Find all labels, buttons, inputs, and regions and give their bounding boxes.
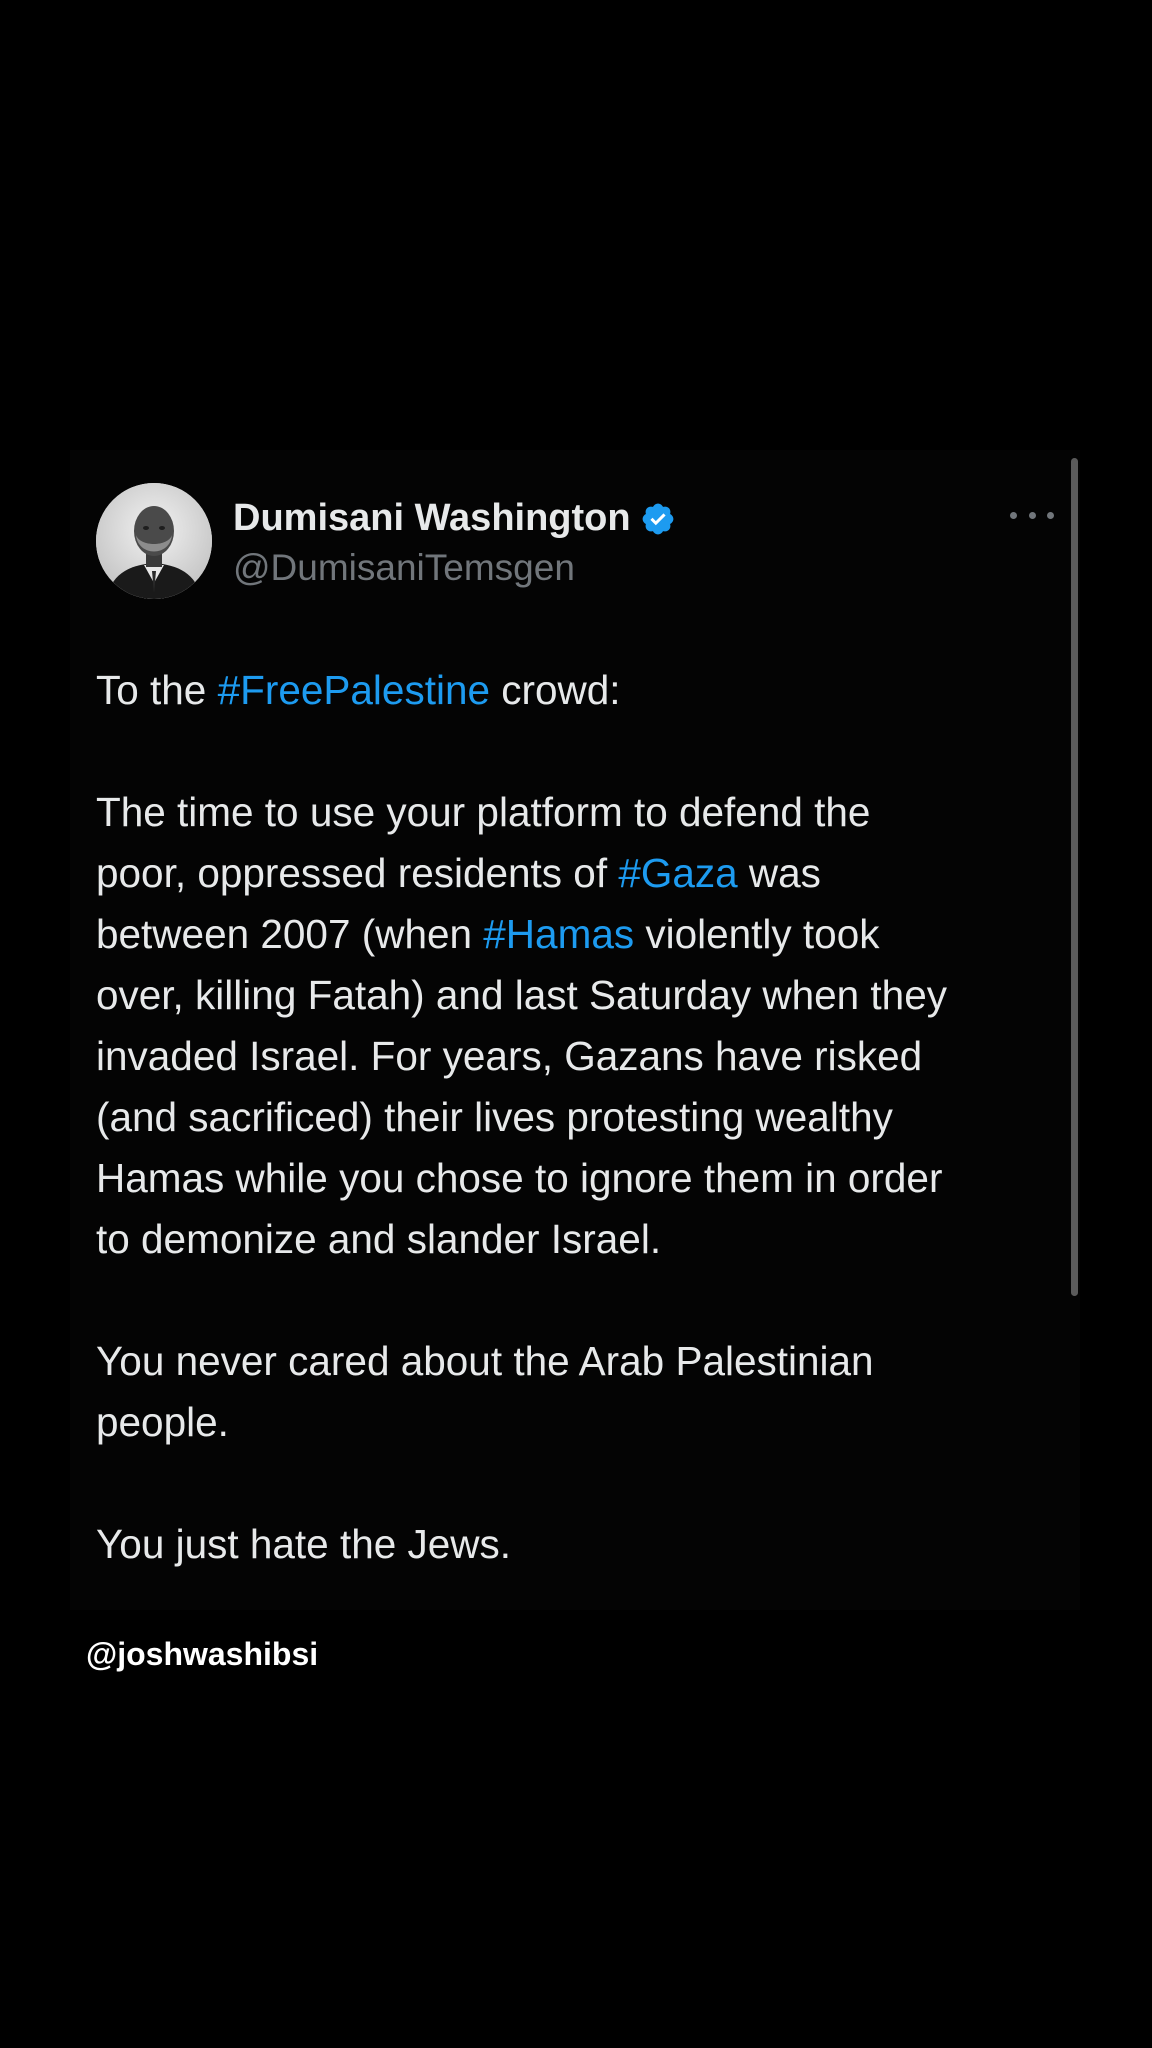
tweet-text: To the #FreePalestine crowd: The time to… [96, 660, 1056, 1575]
more-dot [1047, 511, 1054, 519]
text-line: The time to use your platform to defend … [96, 789, 871, 835]
author-names: Dumisani Washington @DumisaniTemsgen [233, 494, 676, 589]
hashtag-link-freepalestine[interactable]: #FreePalestine [218, 667, 490, 713]
text-line: between 2007 (when #Hamas violently took [96, 904, 1056, 965]
text-line: invaded Israel. For years, Gazans have r… [96, 1033, 923, 1079]
text-segment: between 2007 (when [96, 911, 484, 957]
text-line: You never cared about the Arab Palestini… [96, 1338, 874, 1384]
hashtag-link-hamas[interactable]: #Hamas [483, 911, 634, 957]
text-line: (and sacrificed) their lives protesting … [96, 1094, 893, 1140]
tweet-header: Dumisani Washington @DumisaniTemsgen [96, 482, 676, 600]
more-dot [1028, 511, 1036, 519]
text-line: to demonize and slander Israel. [96, 1216, 662, 1262]
display-name-row: Dumisani Washington [233, 494, 676, 544]
text-segment: violently took [634, 911, 880, 957]
tweet-paragraph-intro: To the #FreePalestine crowd: [96, 660, 1056, 721]
tweet-paragraph-4: You just hate the Jews. [96, 1514, 1056, 1575]
author-handle[interactable]: @DumisaniTemsgen [233, 547, 676, 589]
text-line: poor, oppressed residents of #Gaza was [96, 843, 1056, 904]
avatar[interactable] [96, 483, 212, 599]
text-line: Hamas while you chose to ignore them in … [96, 1155, 943, 1201]
text-segment: crowd: [490, 667, 621, 713]
more-options-button[interactable] [1010, 500, 1054, 530]
more-horizontal-icon [1010, 511, 1017, 519]
text-segment: was [737, 850, 821, 896]
screenshot-page: Dumisani Washington @DumisaniTemsgen To … [0, 0, 1152, 2048]
hashtag-link-gaza[interactable]: #Gaza [618, 850, 737, 896]
tweet-paragraph-3: You never cared about the Arab Palestini… [96, 1331, 1056, 1453]
display-name[interactable]: Dumisani Washington [233, 497, 631, 540]
text-line: people. [96, 1399, 229, 1445]
profile-photo-icon [96, 483, 212, 599]
scrollbar-thumb[interactable] [1071, 458, 1078, 1296]
text-segment: To the [96, 667, 218, 713]
scrollbar[interactable] [1071, 458, 1078, 1296]
text-line: You just hate the Jews. [96, 1521, 512, 1567]
text-line: over, killing Fatah) and last Saturday w… [96, 972, 947, 1018]
verified-badge-icon[interactable] [640, 501, 676, 537]
text-segment: poor, oppressed residents of [96, 850, 619, 896]
watermark-handle: @joshwashibsi [86, 1636, 319, 1672]
tweet-paragraph-2: The time to use your platform to defend … [96, 782, 1056, 1270]
